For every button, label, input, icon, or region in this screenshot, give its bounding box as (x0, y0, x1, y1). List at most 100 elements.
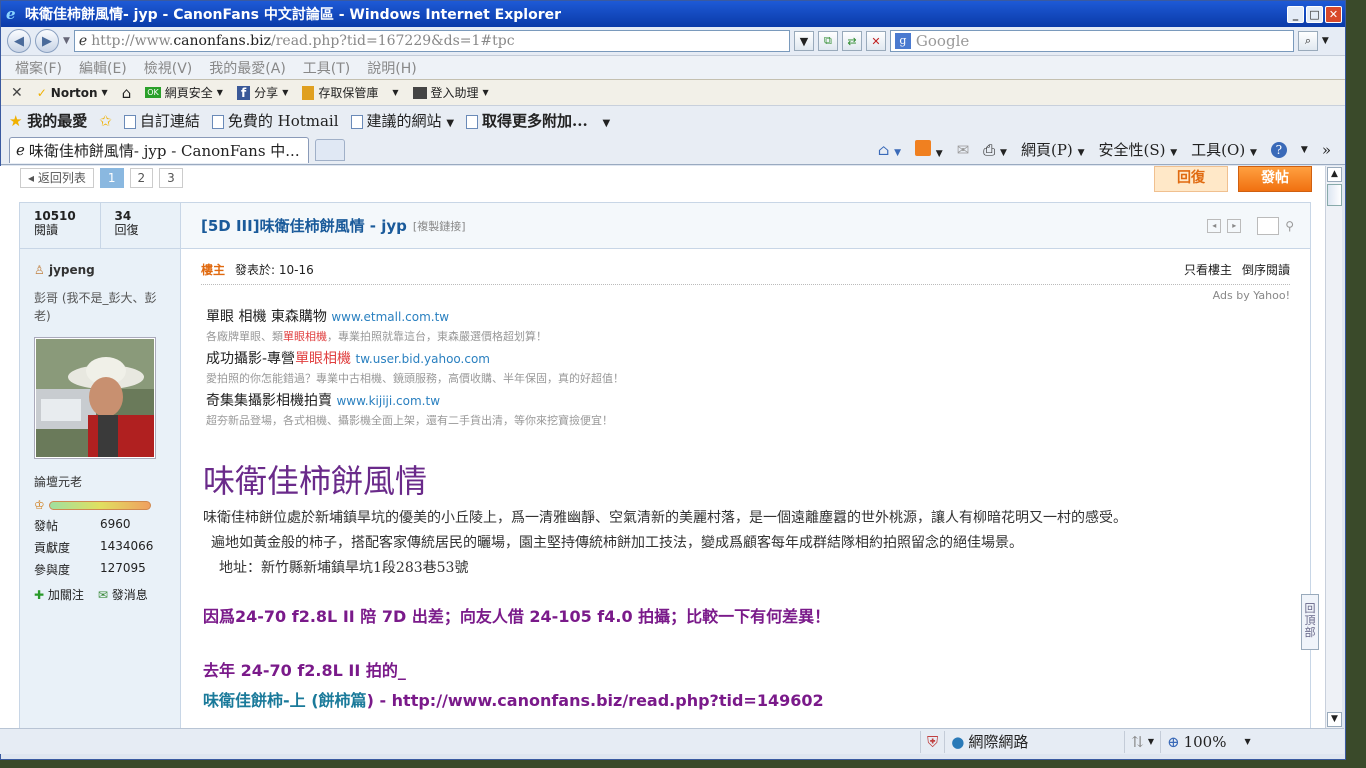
favorites-button[interactable]: ★ 我的最愛 (9, 110, 87, 131)
star-icon: ★ (9, 112, 23, 130)
menu-edit[interactable]: 編輯(E) (79, 58, 127, 78)
message-button[interactable]: ✉ 發消息 (98, 586, 148, 603)
url-dropdown-button[interactable]: ▼ (793, 31, 814, 51)
protected-mode[interactable]: ⇅ ▼ (1124, 730, 1160, 753)
rank-meter: ♔ (34, 498, 180, 512)
stat-key: 參與度 (34, 563, 71, 577)
thread-stats: 10510 閱讀 34 回復 (20, 203, 180, 249)
new-post-button[interactable]: 發帖 (1238, 166, 1312, 192)
fav-link-label: 免費的 Hotmail (227, 112, 339, 130)
ie-logo-icon: e (6, 6, 16, 22)
safety-menu-label: 安全性(S) (1098, 141, 1166, 159)
stop-icon[interactable]: ✕ (865, 31, 886, 51)
article-link[interactable]: 味衛佳餅柿-上 (餅柿篇) - http://www.canonfans.biz… (203, 687, 1310, 711)
only-owner-link[interactable]: 只看樓主 (1184, 261, 1232, 278)
username-link[interactable]: ♙ jypeng (34, 263, 180, 277)
ad-item[interactable]: 奇集集攝影相機拍賣 www.kijiji.com.tw 超夯新品登場，各式相機、… (206, 390, 1310, 428)
avatar[interactable] (34, 337, 156, 459)
maximize-button[interactable]: □ (1306, 5, 1323, 23)
login-assistant-menu[interactable]: 登入助理 ▼ (412, 84, 489, 101)
search-icon[interactable]: ⌕ (1297, 31, 1318, 51)
back-to-top-button[interactable]: 回頂部 (1301, 594, 1319, 650)
menu-view[interactable]: 檢視(V) (144, 58, 193, 78)
web-safety-menu[interactable]: OK 網頁安全 ▼ (145, 84, 223, 101)
views-label: 閱讀 (34, 223, 59, 237)
back-to-list-button[interactable]: ◂ 返回列表 (20, 168, 94, 188)
page-2-button[interactable]: 2 (129, 168, 154, 188)
plus-icon: ✚ (34, 588, 45, 602)
tools-menu[interactable]: 工具(O) ▼ (1191, 139, 1257, 160)
scroll-up-icon[interactable]: ▲ (1327, 167, 1342, 182)
reply-button[interactable]: 回復 (1154, 166, 1228, 192)
home-icon[interactable]: ⌂ ▼ (878, 141, 901, 159)
globe-icon: ● (951, 732, 965, 751)
menu-help[interactable]: 說明(H) (367, 58, 416, 78)
vertical-scrollbar[interactable]: ▲ ▼ (1325, 166, 1342, 728)
close-toolbar-icon[interactable]: ✕ (11, 85, 23, 101)
user-stat-row: 貢獻度 1434066 (34, 539, 180, 556)
history-dropdown-icon[interactable]: ▼ (63, 36, 70, 46)
user-nickname: 彭哥 (我不是_彭大、彭老) (34, 291, 157, 323)
svg-text:e: e (6, 6, 16, 22)
page-3-button[interactable]: 3 (159, 168, 183, 188)
reverse-order-link[interactable]: 倒序閱讀 (1242, 261, 1290, 278)
fav-link-label: 取得更多附加... (482, 112, 588, 130)
rss-icon[interactable]: ▼ (914, 139, 943, 160)
help-icon[interactable]: ? (1270, 141, 1287, 158)
user-stat-row: 參與度 127095 (34, 561, 180, 578)
scroll-down-icon[interactable]: ▼ (1327, 712, 1342, 727)
fav-link-hotmail[interactable]: 免費的 Hotmail (211, 110, 339, 131)
follow-button[interactable]: ✚ 加關注 (34, 586, 84, 603)
close-button[interactable]: ✕ (1325, 5, 1342, 23)
page-menu[interactable]: 網頁(P) ▼ (1021, 139, 1085, 160)
title-bar: e 味衛佳柿餅風情- jyp - CanonFans 中文討論區 - Windo… (1, 1, 1345, 27)
wrench-icon[interactable]: ⚲ (1285, 219, 1294, 233)
prev-thread-icon[interactable]: ◂ (1207, 218, 1222, 233)
norton-label: Norton (50, 85, 98, 100)
forward-button[interactable]: ▶ (35, 29, 59, 53)
minimize-button[interactable]: _ (1287, 5, 1304, 23)
stat-value: 127095 (100, 561, 146, 575)
compat-view-icon[interactable]: ⧉ (817, 31, 838, 51)
search-options-icon[interactable]: ▼ (1322, 36, 1329, 46)
fav-link-suggested[interactable]: 建議的網站 ▼ (350, 110, 454, 131)
mail-icon[interactable]: ✉ (957, 141, 970, 159)
web-safety-label: 網頁安全 (164, 86, 213, 100)
menu-tools[interactable]: 工具(T) (303, 58, 350, 78)
chevron-more-icon[interactable]: » (1322, 141, 1331, 159)
refresh-icon[interactable]: ⇄ (841, 31, 862, 51)
zone-label: 網際網路 (968, 733, 1029, 751)
url-field[interactable]: ℯ http://www. canonfans.biz/read.php?tid=… (73, 30, 790, 52)
back-button[interactable]: ◀ (7, 29, 31, 53)
zoom-control[interactable]: ⊕ 100% ▼ (1160, 730, 1257, 753)
menu-file[interactable]: 檔案(F) (15, 58, 62, 78)
security-status[interactable]: ⛨ (920, 730, 944, 753)
fav-link-custom[interactable]: 自訂連結 (123, 110, 200, 131)
copy-link-button[interactable]: [複製鏈接] (413, 218, 466, 234)
safety-menu[interactable]: 安全性(S) ▼ (1098, 139, 1177, 160)
fav-link-addons[interactable]: 取得更多附加... ▼ (466, 110, 610, 131)
vault-menu[interactable]: 存取保管庫 ▼ (302, 84, 399, 101)
tab-current[interactable]: ℯ 味衛佳柿餅風情- jyp - CanonFans 中... (9, 136, 309, 163)
share-menu[interactable]: f 分享 ▼ (236, 84, 288, 101)
next-thread-icon[interactable]: ▸ (1227, 218, 1242, 233)
dropdown-icon[interactable]: ▼ (1301, 145, 1308, 155)
search-box[interactable]: g Google (889, 30, 1294, 52)
jump-box[interactable] (1257, 216, 1280, 235)
menu-favorites[interactable]: 我的最愛(A) (209, 58, 286, 78)
add-favorite-icon[interactable]: ✩ (99, 112, 112, 130)
norton-menu[interactable]: ✓ Norton ▼ (37, 86, 108, 100)
search-placeholder: Google (915, 32, 970, 50)
vault-label: 存取保管庫 (318, 86, 379, 100)
scroll-thumb[interactable] (1327, 184, 1342, 206)
ad-item[interactable]: 單眼 相機 東森購物 www.etmall.com.tw 各廠牌單眼、類單眼相機… (206, 306, 1310, 344)
home-icon[interactable]: ⌂ (122, 84, 132, 102)
page-content: ◂ 返回列表 1 2 3 回復 發帖 10510 閱讀 34 回復 ♙ jypeng… (0, 166, 1325, 728)
new-tab-button[interactable] (315, 138, 345, 161)
dropdown-icon: ▼ (392, 88, 399, 97)
dropdown-icon: ▼ (216, 88, 223, 97)
ad-item[interactable]: 成功攝影-專營單眼相機 tw.user.bid.yahoo.com 愛拍照的你怎… (206, 348, 1310, 386)
page-1-button[interactable]: 1 (99, 168, 124, 188)
print-icon[interactable]: ⎙ ▼ (983, 141, 1007, 159)
share-label: 分享 (254, 86, 279, 100)
